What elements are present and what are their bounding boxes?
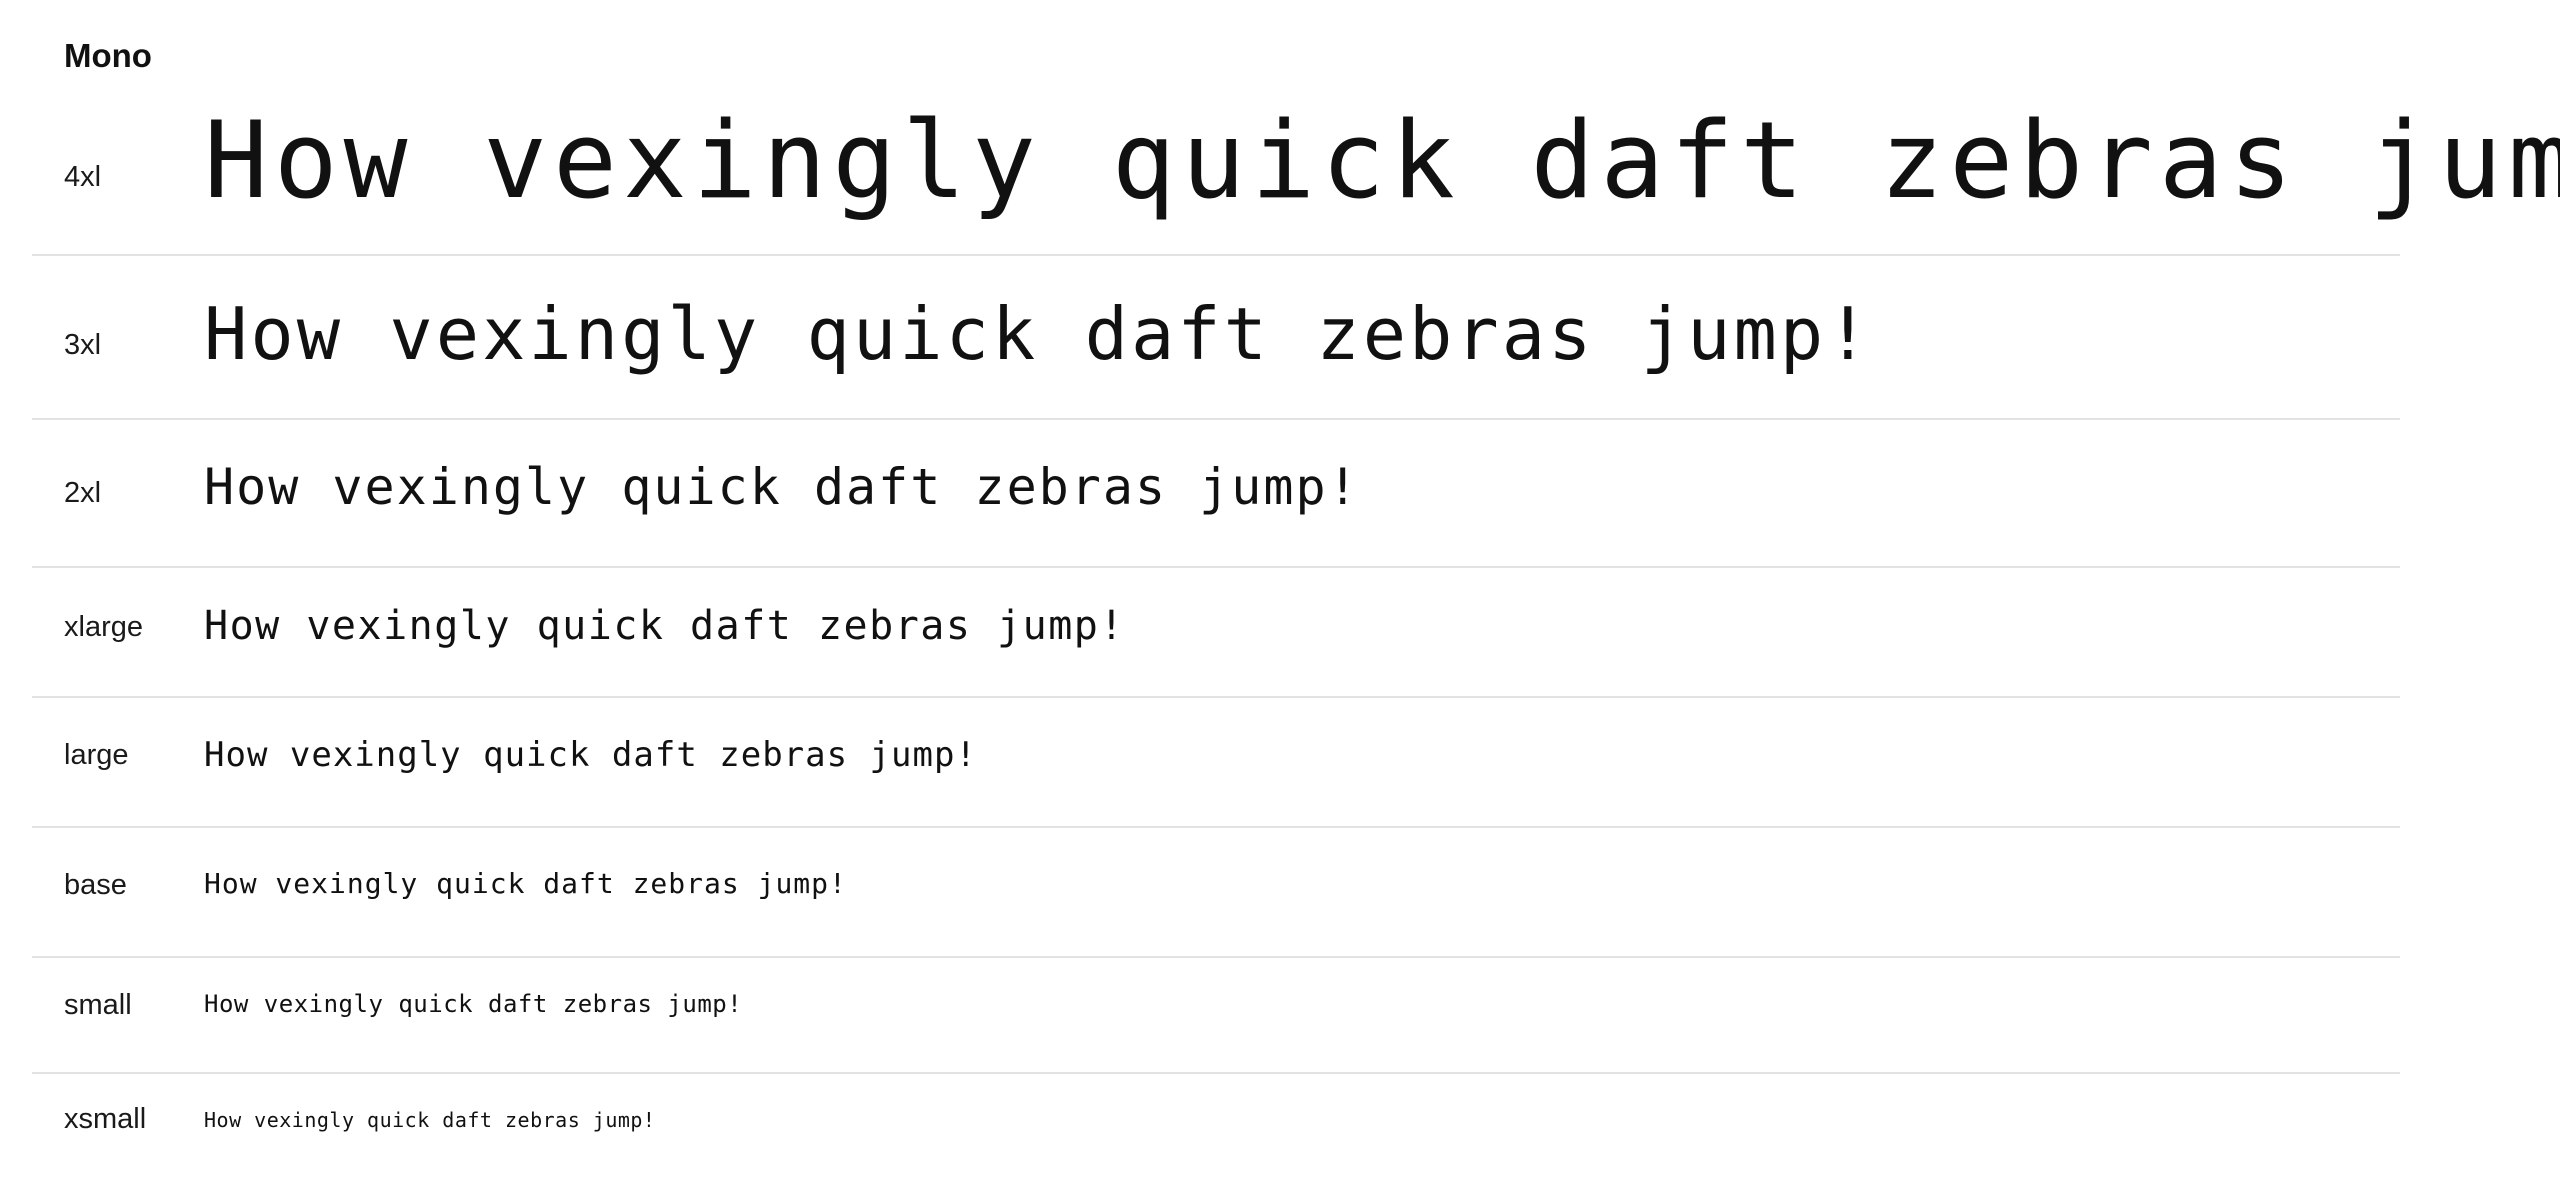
sample-text: How vexingly quick daft zebras jump! [204,292,1873,376]
sample-text: How vexingly quick daft zebras jump! [204,735,977,775]
sample-text: How vexingly quick daft zebras jump! [204,99,2560,222]
sample-text: How vexingly quick daft zebras jump! [204,867,847,900]
size-label: large [64,739,129,771]
type-row-3xl: 3xl How vexingly quick daft zebras jump! [32,256,2400,420]
size-label: base [64,869,127,901]
type-row-4xl: 4xl How vexingly quick daft zebras jump! [32,88,2560,256]
type-row-small: small How vexingly quick daft zebras jum… [32,958,2400,1074]
type-row-xsmall: xsmall How vexingly quick daft zebras ju… [32,1074,2400,1184]
size-label: xlarge [64,611,143,643]
section-title: Mono [64,37,152,74]
type-row-base: base How vexingly quick daft zebras jump… [32,828,2400,958]
type-row-2xl: 2xl How vexingly quick daft zebras jump! [32,420,2400,568]
type-row-xlarge: xlarge How vexingly quick daft zebras ju… [32,568,2400,698]
size-label: xsmall [64,1103,147,1135]
size-label: 4xl [64,161,102,193]
sample-text: How vexingly quick daft zebras jump! [204,458,1360,516]
size-label: small [64,989,132,1021]
type-row-large: large How vexingly quick daft zebras jum… [32,698,2400,828]
sample-text: How vexingly quick daft zebras jump! [204,603,1125,649]
size-label: 3xl [64,329,102,361]
sample-text: How vexingly quick daft zebras jump! [204,990,743,1018]
size-label: 2xl [64,477,102,509]
sample-text: How vexingly quick daft zebras jump! [204,1108,656,1132]
